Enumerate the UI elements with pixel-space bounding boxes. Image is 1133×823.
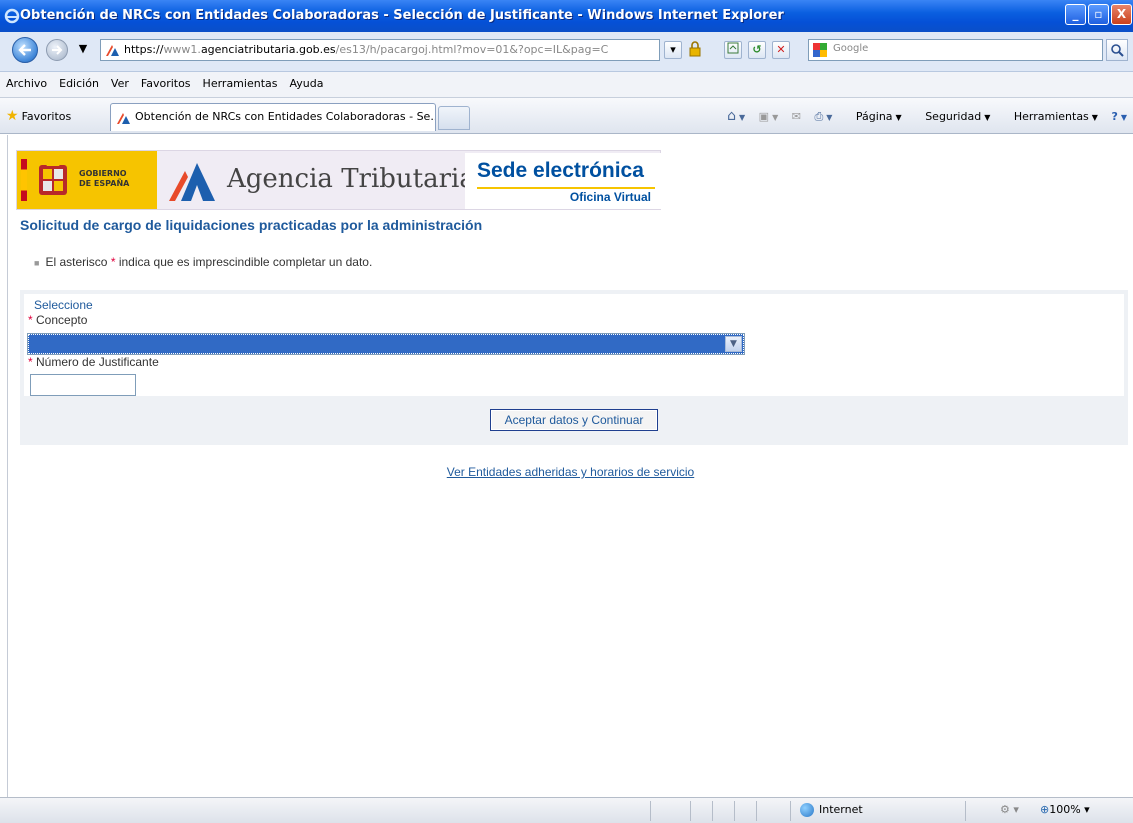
page-menu[interactable]: Página ▼ <box>846 110 902 123</box>
print-icon[interactable]: ⎙ ▼ <box>814 110 832 124</box>
mail-icon[interactable]: ✉ <box>792 110 801 123</box>
tab-current[interactable]: Obtención de NRCs con Entidades Colabora… <box>110 103 436 131</box>
page-title: Solicitud de cargo de liquidaciones prac… <box>20 217 483 233</box>
refresh-icon[interactable]: ↺ <box>748 41 766 59</box>
google-icon <box>813 43 827 57</box>
favorites-button[interactable]: ★ Favoritos <box>6 106 71 128</box>
zoom-icon: ⊕ <box>1040 803 1050 816</box>
tools-menu[interactable]: Herramientas ▼ <box>1004 110 1098 123</box>
address-bar: ▼ https://www1.agenciatributaria.gob.es/… <box>0 32 1133 72</box>
window-left-edge <box>0 135 8 797</box>
stop-icon[interactable]: ✕ <box>772 41 790 59</box>
menu-ver[interactable]: Ver <box>105 72 135 96</box>
title-bar: Obtención de NRCs con Entidades Colabora… <box>0 0 1133 32</box>
entidades-link[interactable]: Ver Entidades adheridas y horarios de se… <box>8 465 1133 479</box>
bullet-icon: ■ <box>34 258 40 268</box>
gobierno-logo: GOBIERNO DE ESPAÑA <box>17 151 157 209</box>
site-banner: GOBIERNO DE ESPAÑA Agencia Tributaria Sed… <box>16 150 661 210</box>
agency-favicon-icon <box>117 113 130 124</box>
forward-arrow-icon <box>52 45 63 55</box>
lock-icon[interactable] <box>686 41 704 59</box>
search-button[interactable] <box>1106 39 1128 61</box>
feeds-icon[interactable]: ▣ ▼ <box>759 110 779 123</box>
url-dropdown-icon[interactable]: ▾ <box>664 41 682 59</box>
form-panel: Seleccione * Concepto ▼ * Número de Just… <box>20 290 1128 445</box>
menu-archivo[interactable]: Archivo <box>0 72 53 96</box>
magnifier-icon <box>1111 44 1124 57</box>
new-tab-button[interactable] <box>438 106 470 130</box>
back-button[interactable] <box>12 37 38 63</box>
protected-mode-icon[interactable]: ⚙ ▾ <box>1000 803 1019 816</box>
status-bar: Internet ⚙ ▾ ⊕100% ▾ <box>0 797 1133 823</box>
window-title: Obtención de NRCs con Entidades Colabora… <box>20 8 784 23</box>
url-field[interactable]: https://www1.agenciatributaria.gob.es/es… <box>100 39 660 61</box>
globe-icon <box>800 803 814 817</box>
submit-button[interactable]: Aceptar datos y Continuar <box>490 409 658 431</box>
flag-stripe <box>21 159 27 201</box>
forward-button[interactable] <box>46 39 68 61</box>
menu-favoritos[interactable]: Favoritos <box>135 72 197 96</box>
page-content: GOBIERNO DE ESPAÑA Agencia Tributaria Sed… <box>8 135 1133 797</box>
back-arrow-icon <box>18 44 31 56</box>
section-title: Seleccione <box>34 298 93 312</box>
compatibility-view-icon[interactable] <box>724 41 742 59</box>
maximize-button[interactable]: ▫ <box>1088 4 1109 25</box>
zoom-level[interactable]: ⊕100% ▾ <box>1040 803 1090 816</box>
history-dropdown-icon[interactable]: ▼ <box>74 41 92 59</box>
menu-herramientas[interactable]: Herramientas <box>197 72 284 96</box>
concepto-label: * Concepto <box>28 313 88 327</box>
help-icon[interactable]: ? ▼ <box>1111 110 1127 123</box>
search-field[interactable]: Google <box>808 39 1103 61</box>
agency-favicon-icon <box>106 45 119 56</box>
required-note: ■ El asterisco * indica que es imprescind… <box>34 255 373 269</box>
favorites-bar: ★ Favoritos Obtención de NRCs con Entidad… <box>0 98 1133 134</box>
agency-name: Agencia Tributaria <box>227 164 475 194</box>
security-zone[interactable]: Internet <box>800 803 863 817</box>
sede-electronica-logo: Sede electrónica Oficina Virtual <box>465 153 661 209</box>
form-fields: Seleccione * Concepto ▼ * Número de Just… <box>24 294 1124 396</box>
numero-justificante-label: * Número de Justificante <box>28 355 159 369</box>
star-icon: ★ <box>6 108 19 124</box>
concepto-select[interactable]: ▼ <box>27 333 745 355</box>
minimize-button[interactable]: _ <box>1065 4 1086 25</box>
menu-bar: Archivo Edición Ver Favoritos Herramientas Ay… <box>0 72 1133 98</box>
menu-edicion[interactable]: Edición <box>53 72 105 96</box>
ie-logo-icon <box>4 8 20 24</box>
command-bar: ⌂ ▼ ▣ ▼ ✉ ⎙ ▼ Página ▼ Seguridad ▼ Herramient… <box>717 108 1127 128</box>
home-icon[interactable]: ⌂ ▼ <box>727 108 745 124</box>
coat-of-arms-icon <box>39 163 67 195</box>
menu-ayuda[interactable]: Ayuda <box>283 72 329 96</box>
agencia-tributaria-logo-icon <box>169 163 215 201</box>
numero-justificante-input[interactable] <box>30 374 136 396</box>
chevron-down-icon[interactable]: ▼ <box>725 336 742 352</box>
close-button[interactable]: X <box>1111 4 1132 25</box>
security-menu[interactable]: Seguridad ▼ <box>915 110 990 123</box>
